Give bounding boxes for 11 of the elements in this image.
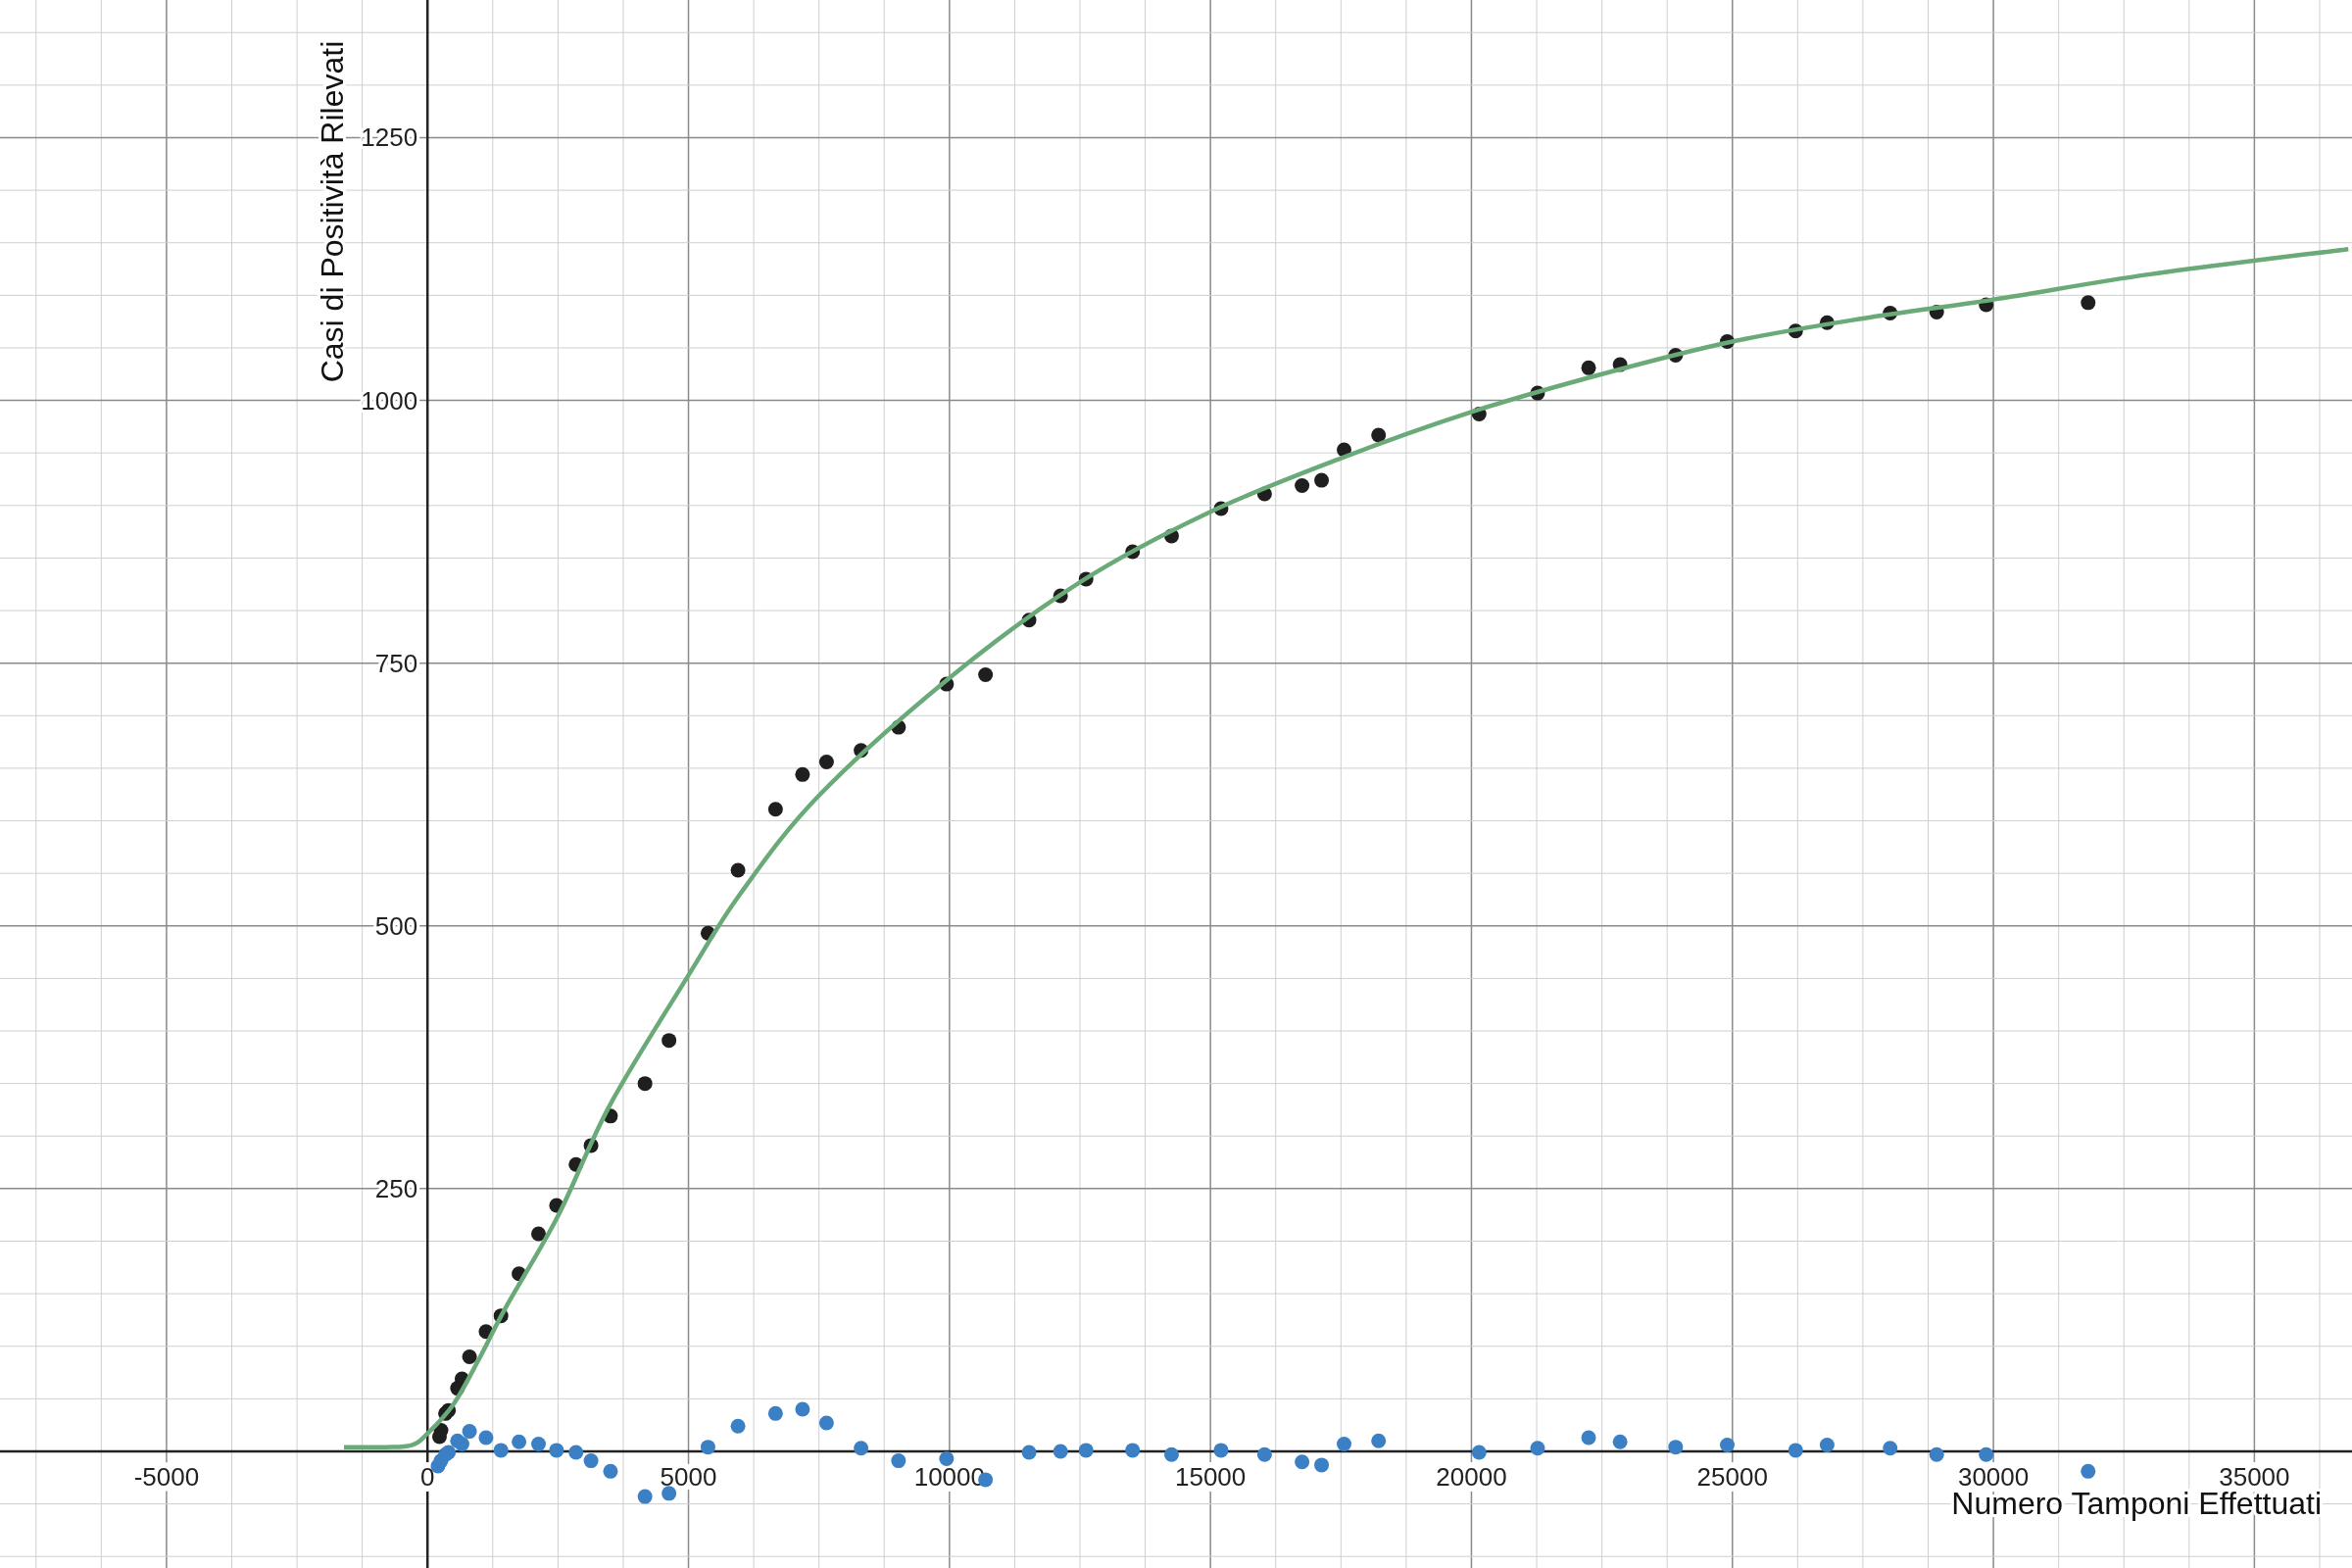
x-tick-label: 5000	[660, 1461, 717, 1492]
y-tick-label: 1250	[361, 122, 418, 153]
y-tick-label: 250	[374, 1173, 418, 1203]
y-axis-title: Casi di Positività Rilevati	[315, 40, 350, 383]
x-tick-label: 20000	[1436, 1461, 1507, 1492]
y-tick-label: 500	[374, 910, 418, 941]
y-tick-label: 1000	[361, 385, 418, 416]
x-tick-label: 15000	[1175, 1461, 1247, 1492]
y-tick-label: 750	[374, 648, 418, 678]
x-tick-label: 25000	[1696, 1461, 1768, 1492]
x-tick-label: -5000	[133, 1461, 200, 1492]
